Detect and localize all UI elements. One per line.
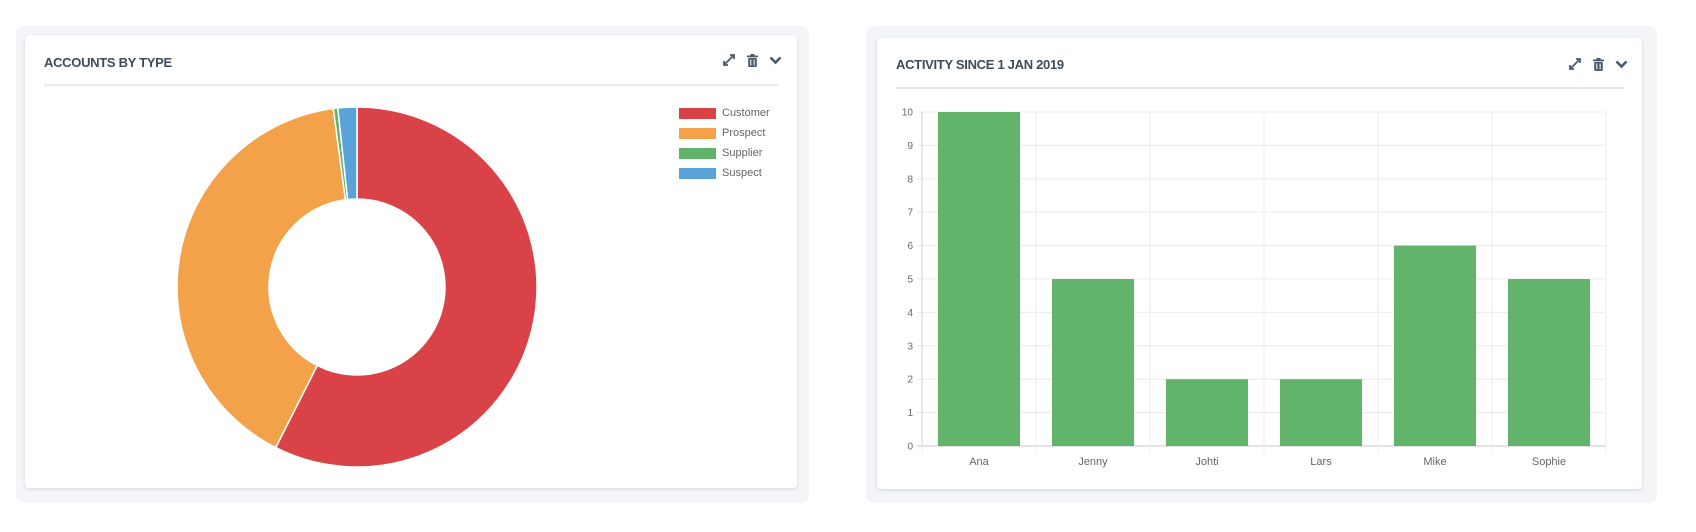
y-tick-label: 8: [907, 174, 913, 185]
legend-swatch: [679, 167, 716, 179]
accounts-widget-card: ACCOUNTS BY TYPE Customer Prospect Suppl…: [25, 35, 797, 488]
bar-jenny[interactable]: [1051, 279, 1135, 446]
legend-label: Suspect: [722, 167, 762, 179]
legend-swatch: [679, 107, 716, 119]
y-tick-label: 9: [907, 141, 913, 152]
legend-swatch: [679, 147, 716, 159]
bar-sophie[interactable]: [1507, 279, 1591, 446]
y-tick-label: 0: [907, 442, 913, 453]
x-tick-label: Jenny: [1078, 456, 1108, 468]
y-tick-label: 10: [902, 108, 914, 119]
legend-item-customer[interactable]: Customer: [679, 103, 770, 123]
legend-swatch: [679, 127, 716, 139]
x-tick-label: Mike: [1423, 456, 1446, 468]
legend-label: Supplier: [722, 147, 763, 159]
activity-bar-chart: 0 1 2 3 4 5 6 7 8 9 10 Ana Jenny Johti Lars Mike Sophie: [902, 108, 1607, 468]
x-tick-label: Ana: [969, 456, 989, 468]
y-tick-label: 7: [907, 208, 913, 219]
legend-label: Customer: [722, 107, 770, 119]
legend-label: Prospect: [722, 127, 766, 139]
bar-johti[interactable]: [1165, 379, 1249, 446]
y-tick-label: 3: [907, 341, 913, 352]
legend-item-suspect[interactable]: Suspect: [679, 163, 770, 183]
x-tick-label: Sophie: [1532, 456, 1566, 468]
y-tick-label: 1: [907, 408, 913, 419]
y-tick-label: 5: [907, 275, 913, 286]
bar-lars[interactable]: [1279, 379, 1363, 446]
legend-item-supplier[interactable]: Supplier: [679, 143, 770, 163]
y-tick-label: 2: [907, 375, 913, 386]
x-tick-label: Lars: [1310, 456, 1332, 468]
bar-ana[interactable]: [937, 112, 1021, 446]
legend-item-prospect[interactable]: Prospect: [679, 123, 770, 143]
y-tick-label: 6: [907, 241, 913, 252]
x-tick-label: Johti: [1195, 456, 1218, 468]
y-tick-label: 4: [907, 308, 913, 319]
bar-mike[interactable]: [1393, 245, 1477, 446]
chart-legend: Customer Prospect Supplier Suspect: [679, 103, 770, 183]
activity-widget-card: ACTIVITY SINCE 1 JAN 2019 0 1 2 3 4 5 6 7 8 9 10 An…: [877, 38, 1642, 489]
